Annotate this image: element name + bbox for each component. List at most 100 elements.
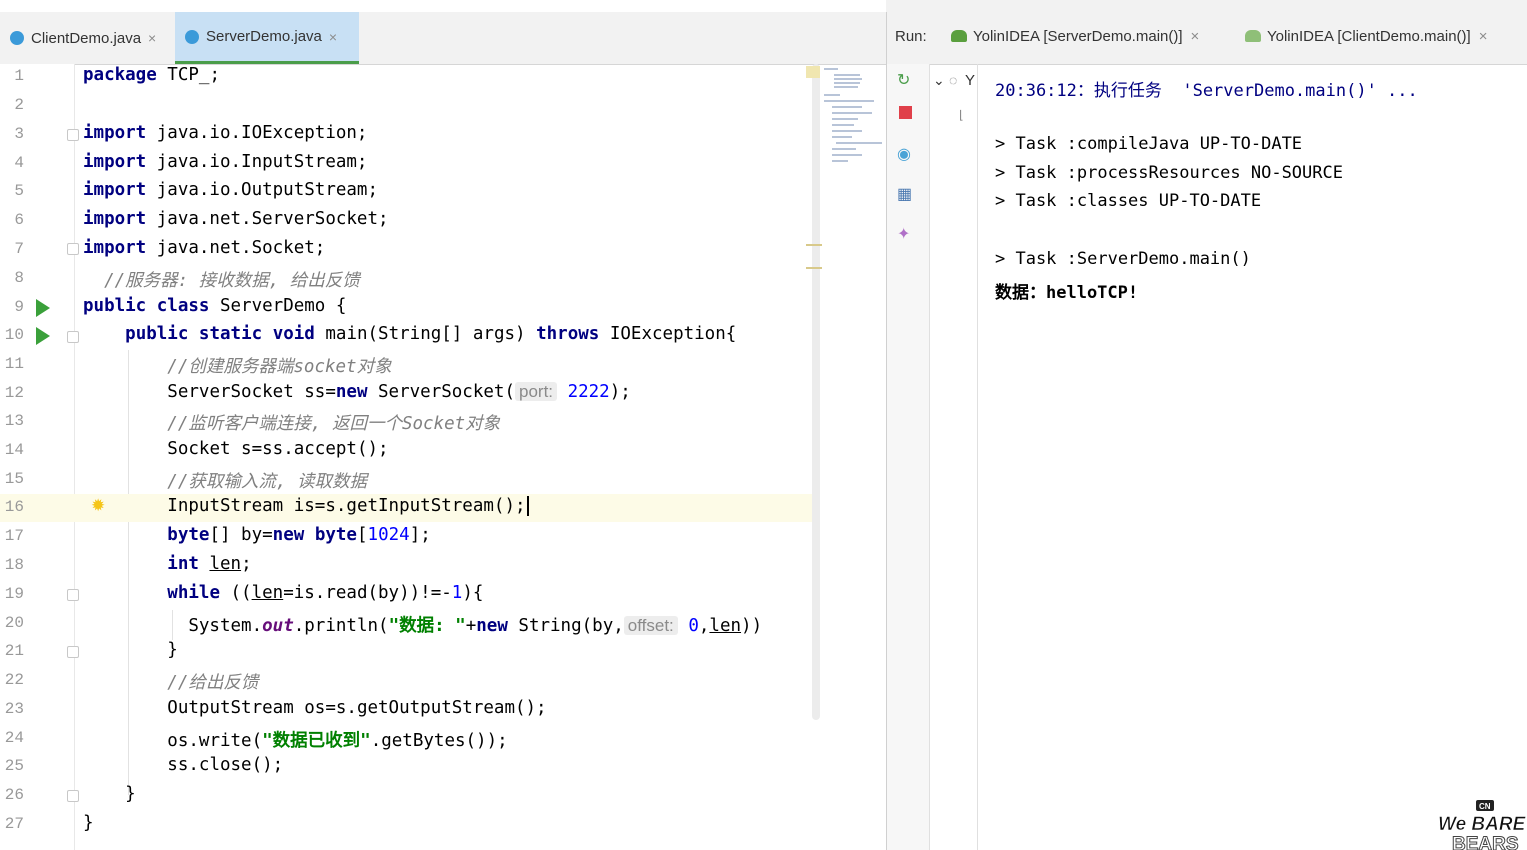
code-line-1[interactable]: 1 package TCP_; <box>0 63 886 91</box>
line-number: 8 <box>14 269 24 287</box>
code-text: java.net.ServerSocket; <box>146 209 389 229</box>
code-line-12[interactable]: 12 ServerSocket ss=new ServerSocket(port… <box>0 380 886 408</box>
code-text: main(String[] args) <box>314 324 537 344</box>
code-text: [] by= <box>209 525 273 545</box>
code-text: [ <box>356 525 368 545</box>
code-line-21[interactable]: 21 } <box>0 638 886 666</box>
code-line-18[interactable]: 18 int len; <box>0 552 886 580</box>
error-stripe-marker[interactable] <box>806 244 822 246</box>
code-line-20[interactable]: 20 System.out.println("数据: "+new String(… <box>0 610 886 638</box>
code-line-4[interactable]: 4 import java.io.InputStream; <box>0 150 886 178</box>
code-line-5[interactable]: 5 import java.io.OutputStream; <box>0 178 886 206</box>
code-line-19[interactable]: 19 while ((len=is.read(by))!=-1){ <box>0 581 886 609</box>
fold-icon[interactable] <box>67 790 79 802</box>
code-text: .getBytes()); <box>370 731 508 751</box>
code-text: TCP_; <box>156 65 220 85</box>
close-icon[interactable]: × <box>148 30 156 46</box>
line-number: 22 <box>4 671 24 689</box>
fold-icon[interactable] <box>67 331 79 343</box>
code-line-13[interactable]: 13 //监听客户端连接, 返回一个Socket对象 <box>0 408 886 436</box>
run-main-icon[interactable] <box>36 327 50 345</box>
close-icon[interactable]: × <box>1191 28 1200 45</box>
code-line-25[interactable]: 25 ss.close(); <box>0 753 886 781</box>
line-number: 2 <box>14 96 24 114</box>
console-line: 20:36:12：执行任务 'ServerDemo.main()' ... <box>995 81 1418 101</box>
text-cursor <box>526 496 529 516</box>
line-number: 24 <box>4 729 24 747</box>
code-text: (( <box>219 583 252 603</box>
code-text: } <box>83 813 94 833</box>
code-line-7[interactable]: 7 import java.net.Socket; <box>0 236 886 264</box>
editor-scrollbar[interactable] <box>812 64 820 720</box>
code-text: IOException{ <box>599 324 737 344</box>
code-line-6[interactable]: 6 import java.net.ServerSocket; <box>0 207 886 235</box>
code-text: .println( <box>293 616 389 636</box>
line-number: 3 <box>14 125 24 143</box>
code-line-16-current[interactable]: 16 ✹ InputStream is=s.getInputStream(); <box>0 494 820 522</box>
code-text: ServerSocket ss= <box>167 382 336 402</box>
chevron-down-icon[interactable]: ⌄ <box>933 72 945 89</box>
code-line-3[interactable]: 3 import java.io.IOException; <box>0 121 886 149</box>
code-minimap[interactable] <box>822 64 886 184</box>
eye-icon[interactable]: ◉ <box>897 144 911 164</box>
run-tab-client[interactable]: YolinIDEA [ClientDemo.main()] × <box>1245 28 1487 45</box>
rerun-icon[interactable]: ↻ <box>897 70 910 90</box>
code-text: Socket s=ss.accept(); <box>167 439 389 459</box>
keyword: import <box>83 238 147 258</box>
code-line-8[interactable]: 8 //服务器: 接收数据, 给出反馈 <box>0 265 886 293</box>
variable: len <box>709 616 742 636</box>
code-line-2[interactable]: 2 <box>0 92 886 120</box>
inspection-marker[interactable] <box>806 66 820 78</box>
code-line-9[interactable]: 9 public class ServerDemo { <box>0 294 886 322</box>
fold-icon[interactable] <box>67 129 79 141</box>
code-line-10[interactable]: 10 public static void main(String[] args… <box>0 322 886 350</box>
fold-icon[interactable] <box>67 243 79 255</box>
code-line-14[interactable]: 14 Socket s=ss.accept(); <box>0 437 886 465</box>
code-line-26[interactable]: 26 } <box>0 782 886 810</box>
code-line-27[interactable]: 27} <box>0 811 886 839</box>
close-icon[interactable]: × <box>329 29 337 45</box>
line-number: 1 <box>14 67 24 85</box>
keyword: throws <box>536 324 600 344</box>
code-line-23[interactable]: 23 OutputStream os=s.getOutputStream(); <box>0 696 886 724</box>
console-line: > Task :classes UP-TO-DATE <box>995 191 1262 211</box>
fold-icon[interactable] <box>67 589 79 601</box>
run-tree[interactable]: ⌄ ◌ Y ⌊ <box>929 64 978 850</box>
run-tab-label: YolinIDEA [ServerDemo.main()] <box>973 28 1183 45</box>
code-text: , <box>698 616 710 636</box>
code-text: OutputStream os=s.getOutputStream(); <box>167 698 547 718</box>
code-line-11[interactable]: 11 //创建服务器端socket对象 <box>0 351 886 379</box>
variable: len <box>209 554 242 574</box>
logo-line2: BEARS <box>1452 834 1519 850</box>
pin-icon[interactable]: ✦ <box>897 224 910 244</box>
close-icon[interactable]: × <box>1479 28 1488 45</box>
line-number: 20 <box>4 614 24 632</box>
run-tool-window[interactable]: Run: YolinIDEA [ServerDemo.main()] × Yoli… <box>886 12 1527 850</box>
code-text: ); <box>609 382 631 402</box>
comment: //获取输入流, 读取数据 <box>167 472 367 492</box>
layout-icon[interactable]: ▦ <box>897 184 912 204</box>
code-line-17[interactable]: 17 byte[] by=new byte[1024]; <box>0 523 886 551</box>
code-text: ]; <box>409 525 431 545</box>
tab-client-demo[interactable]: ClientDemo.java × <box>0 12 175 64</box>
keyword: byte <box>314 525 357 545</box>
comment: //给出反馈 <box>167 673 259 693</box>
code-editor[interactable]: ClientDemo.java × ServerDemo.java × 1 pac… <box>0 0 886 850</box>
keyword: public <box>83 296 147 316</box>
tree-item[interactable]: Y <box>965 72 975 89</box>
fold-icon[interactable] <box>67 646 79 658</box>
code-line-24[interactable]: 24 os.write("数据已收到".getBytes()); <box>0 725 886 753</box>
tab-label: ServerDemo.java <box>206 28 322 45</box>
code-line-15[interactable]: 15 //获取输入流, 读取数据 <box>0 466 886 494</box>
stop-icon[interactable] <box>899 106 912 119</box>
run-config-icon <box>1245 30 1261 42</box>
code-line-22[interactable]: 22 //给出反馈 <box>0 667 886 695</box>
comment: //服务器: 接收数据, 给出反馈 <box>83 271 360 291</box>
tab-server-demo[interactable]: ServerDemo.java × <box>175 12 359 64</box>
error-stripe-marker[interactable] <box>806 267 822 269</box>
run-class-icon[interactable] <box>36 299 50 317</box>
line-number: 6 <box>14 211 24 229</box>
run-tab-server[interactable]: YolinIDEA [ServerDemo.main()] × <box>951 28 1199 45</box>
line-number: 13 <box>4 412 24 430</box>
line-number: 23 <box>4 700 24 718</box>
